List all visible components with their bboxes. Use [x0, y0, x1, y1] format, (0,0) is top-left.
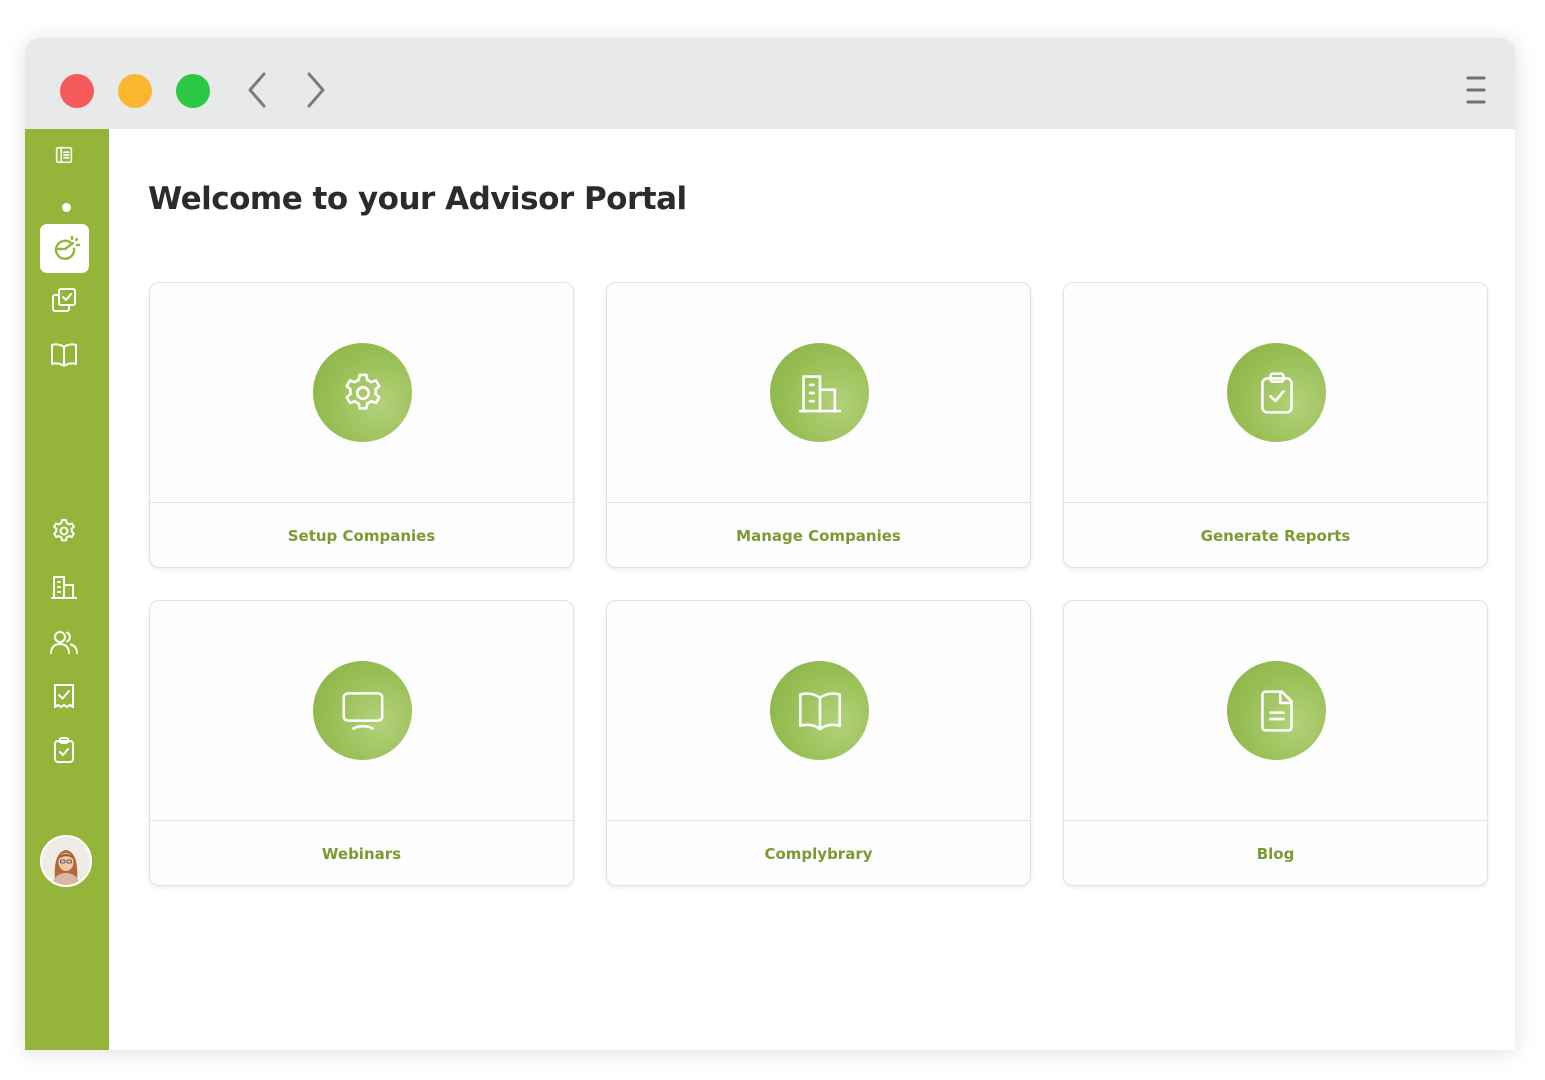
sidebar-indicator-dot [62, 203, 71, 212]
back-arrow-icon [248, 72, 266, 108]
minimize-window-button[interactable] [118, 74, 152, 108]
card-manage-companies[interactable]: Manage Companies [606, 282, 1031, 568]
gear-icon [53, 519, 75, 542]
card-label: Webinars [321, 845, 402, 863]
forward-arrow-icon [307, 72, 325, 108]
forward-button[interactable] [302, 70, 330, 110]
sidebar-item-reports[interactable] [46, 732, 82, 768]
page-title: Welcome to your Advisor Portal [148, 181, 687, 217]
copy-check-icon [52, 288, 76, 312]
open-book-icon [798, 691, 841, 730]
close-window-button[interactable] [60, 74, 94, 108]
card-divider [150, 502, 573, 503]
hamburger-menu-icon [1466, 76, 1486, 104]
card-icon-circle [770, 661, 869, 760]
main-content: Welcome to your Advisor Portal Setup Com… [109, 129, 1515, 1050]
sidebar-item-settings[interactable] [46, 513, 82, 549]
receipt-check-icon [54, 684, 74, 708]
avatar-portrait-icon [42, 837, 90, 885]
card-generate-reports[interactable]: Generate Reports [1063, 282, 1488, 568]
book-pages-icon [55, 146, 73, 164]
browser-menu-button[interactable] [1465, 74, 1487, 106]
card-icon-circle [313, 343, 412, 442]
building-icon [798, 374, 841, 412]
clipboard-check-icon [1260, 371, 1293, 414]
card-icon-circle [1227, 343, 1326, 442]
sidebar-item-companies[interactable] [46, 569, 82, 605]
maximize-window-button[interactable] [176, 74, 210, 108]
dashboard-speed-icon [54, 235, 80, 260]
sidebar-item-tasks[interactable] [46, 282, 82, 318]
sidebar-item-library[interactable] [46, 337, 82, 373]
gear-icon [344, 373, 381, 410]
document-icon [1260, 689, 1293, 732]
card-complybrary[interactable]: Complybrary [606, 600, 1031, 886]
card-divider [607, 820, 1030, 821]
card-icon-circle [770, 343, 869, 442]
open-book-icon [51, 343, 77, 367]
sidebar-item-dashboard[interactable] [40, 224, 89, 273]
card-icon-circle [1227, 661, 1326, 760]
monitor-icon [342, 691, 383, 730]
sidebar [25, 129, 109, 1050]
sidebar-item-users[interactable] [46, 624, 82, 660]
user-avatar[interactable] [40, 835, 92, 887]
card-label: Manage Companies [736, 527, 901, 545]
users-icon [50, 631, 78, 654]
sidebar-item-invoices[interactable] [46, 678, 82, 714]
card-setup-companies[interactable]: Setup Companies [149, 282, 574, 568]
clipboard-check-icon [54, 737, 74, 763]
card-label: Generate Reports [1200, 527, 1351, 545]
card-webinars[interactable]: Webinars [149, 600, 574, 886]
sidebar-item-toggle[interactable] [46, 137, 82, 173]
card-blog[interactable]: Blog [1063, 600, 1488, 886]
card-label: Setup Companies [287, 527, 436, 545]
card-divider [1064, 502, 1487, 503]
back-button[interactable] [243, 70, 271, 110]
browser-titlebar [25, 38, 1515, 129]
card-label: Complybrary [764, 845, 873, 863]
card-divider [150, 820, 573, 821]
building-icon [51, 576, 77, 599]
card-icon-circle [313, 661, 412, 760]
card-label: Blog [1256, 845, 1295, 863]
card-divider [1064, 820, 1487, 821]
card-divider [607, 502, 1030, 503]
browser-window: Welcome to your Advisor Portal Setup Com… [25, 38, 1515, 1050]
